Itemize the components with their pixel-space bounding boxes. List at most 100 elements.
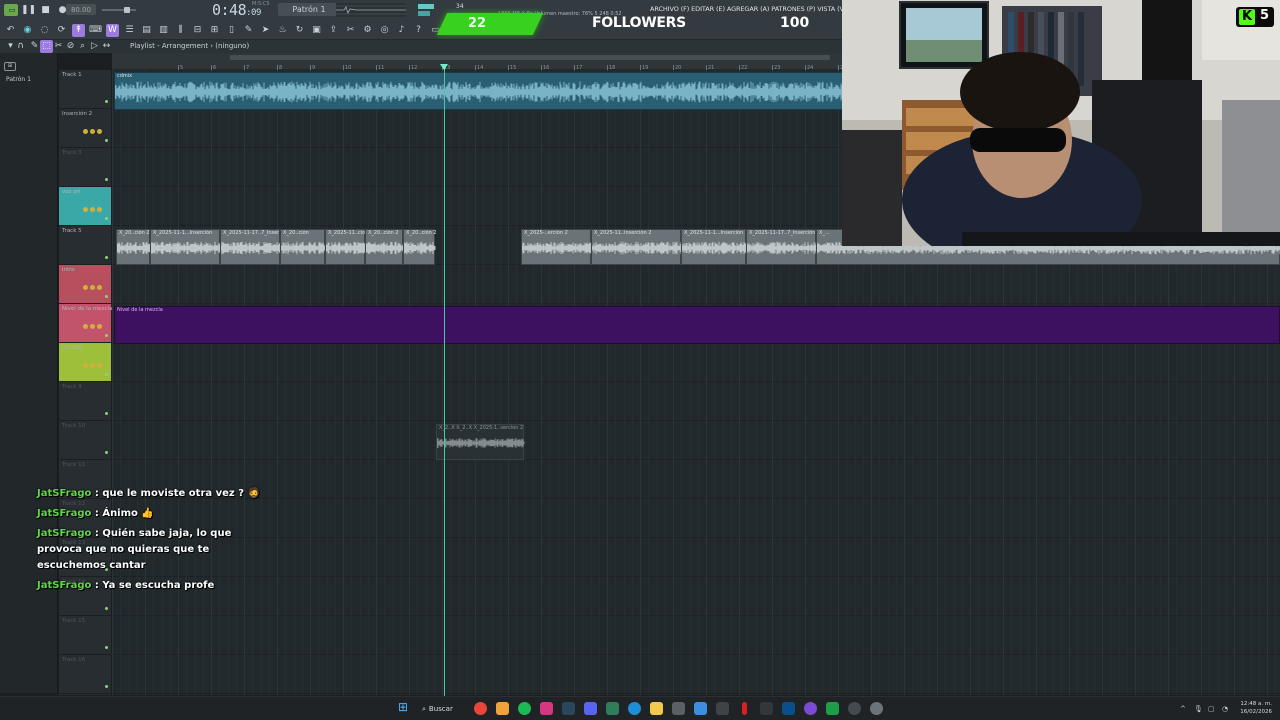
instagram-icon[interactable] (540, 702, 553, 715)
capcut-icon[interactable] (716, 702, 729, 715)
track-header[interactable]: voz pri (59, 187, 111, 226)
save-icon[interactable]: ▣ (310, 24, 323, 37)
track-led-icon[interactable] (105, 139, 108, 142)
track-controls[interactable] (83, 129, 102, 134)
track-header[interactable]: Track 5 (59, 226, 111, 265)
track-header[interactable]: Track 9 (59, 382, 111, 421)
track-control-icon[interactable] (83, 129, 88, 134)
track-led-icon[interactable] (105, 685, 108, 688)
audio-clip-track5[interactable]: X_20..ción 2 (403, 229, 437, 265)
calendar-icon[interactable] (672, 702, 685, 715)
tray-chevron-icon[interactable]: ^ (1180, 705, 1186, 713)
step-edit-icon[interactable]: W (106, 23, 119, 37)
track-control-icon[interactable] (90, 285, 95, 290)
audio-clip-track5[interactable]: X_2025-11-1...Inserción (150, 229, 221, 265)
grid-row[interactable] (112, 382, 1280, 421)
playhead[interactable] (444, 64, 445, 696)
piano-roll-icon[interactable]: ▥ (157, 24, 170, 37)
grid-row[interactable] (112, 655, 1280, 694)
network-icon[interactable]: ◔ (1222, 705, 1228, 713)
loop-record-icon[interactable]: ⟳ (55, 24, 68, 37)
audio-clip-track5[interactable]: X_2025-11-17..7_Inser (220, 229, 281, 265)
track-header[interactable]: OUTRO (59, 343, 111, 382)
pause-icon[interactable]: ❚❚ (21, 4, 36, 17)
obs-icon[interactable] (804, 702, 817, 715)
taskbar-search[interactable]: ⌕ Buscar (422, 701, 466, 717)
automation-clip[interactable]: Nivel de la mezcla (114, 306, 1280, 344)
recording-icon[interactable] (742, 702, 747, 715)
audio-clip-track5[interactable]: X_2025-..erción 2 (521, 229, 592, 265)
track-header[interactable]: Track 1 (59, 70, 111, 109)
track-control-icon[interactable] (83, 363, 88, 368)
audio-clip-track5[interactable]: X_2025-11-17..7_Inserción (746, 229, 817, 265)
track-led-icon[interactable] (105, 373, 108, 376)
playlist-icon[interactable]: ☰ (123, 24, 136, 37)
audio-clip-track5[interactable]: X_2025-11-1...Inserción (681, 229, 747, 265)
playhead-marker[interactable] (440, 64, 448, 70)
audio-clip-track5[interactable]: X_20..ción (280, 229, 326, 265)
typing-keyboard-icon[interactable]: ⌨ (89, 24, 102, 37)
terminal-icon[interactable] (606, 702, 619, 715)
plugin-icon[interactable]: ⊞ (208, 24, 221, 37)
audio-clip-track10[interactable]: X_2..X X_2..X X_2025-1..serción 2 (436, 424, 525, 460)
audio-clip-track5[interactable]: X_20..ción 2 (116, 229, 151, 265)
track-control-icon[interactable] (97, 363, 102, 368)
track-control-icon[interactable] (97, 207, 102, 212)
spotify-icon[interactable] (518, 702, 531, 715)
audio-clip-track5[interactable]: X_20..ción 2 (365, 229, 404, 265)
track-led-icon[interactable] (105, 646, 108, 649)
metronome-icon[interactable]: ◉ (21, 24, 34, 37)
fl-studio-icon[interactable] (496, 702, 509, 715)
feedback-icon[interactable]: ▢ (1208, 705, 1215, 713)
track-header[interactable]: Nivel de la mezcla (59, 304, 112, 343)
arrow-icon[interactable]: ➤ (259, 24, 272, 37)
track-control-icon[interactable] (90, 207, 95, 212)
track-header[interactable]: Inserción 2 (59, 109, 111, 148)
grid-row[interactable] (112, 421, 1280, 460)
steam-icon[interactable] (562, 702, 575, 715)
export-icon[interactable]: ⇪ (327, 24, 340, 37)
track-header[interactable]: Track 10 (59, 421, 111, 460)
track-control-icon[interactable] (90, 324, 95, 329)
file-icon[interactable]: ▯ (225, 24, 238, 37)
excel-icon[interactable] (826, 702, 839, 715)
editor-icon[interactable] (694, 702, 707, 715)
audio-clip-track1[interactable]: cdmix (114, 72, 845, 110)
track-control-icon[interactable] (97, 129, 102, 134)
discord-icon[interactable] (584, 702, 597, 715)
track-led-icon[interactable] (105, 217, 108, 220)
track-control-icon[interactable] (90, 363, 95, 368)
track-controls[interactable] (83, 207, 102, 212)
grid-row[interactable] (112, 538, 1280, 577)
track-led-icon[interactable] (105, 256, 108, 259)
wait-icon[interactable]: ◌ (38, 24, 51, 37)
track-header[interactable]: Track 16 (59, 655, 111, 694)
track-led-icon[interactable] (105, 295, 108, 298)
brush-icon[interactable]: ✎ (242, 24, 255, 37)
photoshop-icon[interactable] (782, 702, 795, 715)
track-control-icon[interactable] (83, 285, 88, 290)
app-icon[interactable] (760, 702, 773, 715)
picker-view-icon[interactable]: ⊞ (4, 62, 16, 71)
grid-row[interactable] (112, 616, 1280, 655)
pattern-selector[interactable]: Patrón 1 (278, 3, 340, 16)
tempo-display[interactable]: 80.00 (66, 4, 96, 15)
track-control-icon[interactable] (97, 285, 102, 290)
snap-icon[interactable]: ↟ (72, 23, 85, 37)
mic-tray-icon[interactable]: 🎙 (1194, 705, 1203, 713)
track-controls[interactable] (83, 363, 102, 368)
track-control-icon[interactable] (90, 129, 95, 134)
track-led-icon[interactable] (105, 334, 108, 337)
chrome-icon[interactable] (474, 702, 487, 715)
help-icon[interactable]: ? (412, 24, 425, 37)
windows-start-icon[interactable]: ⊞ (398, 700, 411, 714)
track-controls[interactable] (83, 324, 102, 329)
chat-icon[interactable]: ◎ (378, 24, 391, 37)
grid-row[interactable] (112, 460, 1280, 499)
track-led-icon[interactable] (105, 607, 108, 610)
grid-row[interactable] (112, 265, 1280, 304)
grid-row[interactable] (112, 499, 1280, 538)
settings-icon[interactable]: ⚙ (361, 24, 374, 37)
file-explorer-icon[interactable] (650, 702, 663, 715)
track-controls[interactable] (83, 285, 102, 290)
